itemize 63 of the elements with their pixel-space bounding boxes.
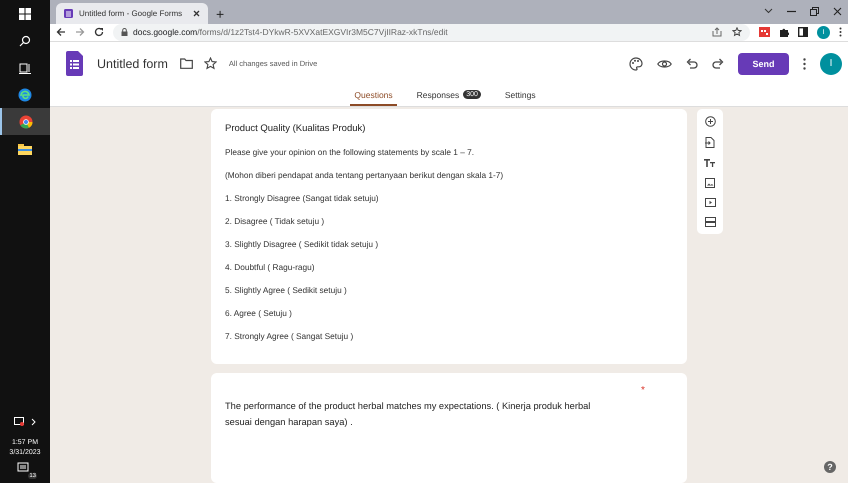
close-icon[interactable] [833, 6, 842, 16]
star-icon[interactable] [204, 57, 217, 70]
task-view-icon[interactable] [19, 62, 31, 74]
description-line: 3. Slightly Disagree ( Sedikit tidak setuju ) [225, 239, 380, 249]
notifications-icon[interactable] [17, 462, 29, 474]
description-line: 2. Disagree ( Tidak setuju ) [225, 216, 326, 226]
section-icon[interactable] [704, 217, 716, 227]
star-icon[interactable] [732, 27, 742, 38]
minimize-icon[interactable] [787, 10, 796, 13]
folder-icon[interactable] [18, 142, 32, 154]
folder-icon[interactable] [180, 58, 193, 70]
url-host: docs.google.com [133, 27, 198, 38]
form-tab[interactable]: Settings [500, 86, 540, 106]
add-question-icon[interactable] [704, 116, 716, 127]
lock-icon [121, 28, 128, 36]
description-line: (Mohon diberi pendapat anda tentang pertanyaan berikut dengan skala 1-7) [225, 170, 504, 180]
more-icon[interactable] [803, 58, 806, 70]
required-mark: * [641, 385, 645, 396]
description-line: Please give your opinion on the following statements by scale 1 – 7. [225, 147, 476, 157]
browser-icon[interactable] [19, 114, 33, 128]
windows-icon[interactable] [19, 8, 31, 20]
reload-icon[interactable] [94, 27, 104, 38]
extension-icon[interactable] [759, 27, 770, 38]
image-icon[interactable] [705, 178, 715, 188]
send-button[interactable]: Send [738, 52, 789, 75]
tab-title: Untitled form - Google Forms [79, 8, 184, 18]
question-card[interactable]: The performance of the product herbal matches my expectations. ( Kinerja produk herbal sesuai dengan harapan saya) . * [211, 373, 687, 483]
url-path: /forms/d/1z2Tst4-DYkwR-5XVXatEXGVIr3M5C7VjIIRaz-xkTns/edit [197, 27, 448, 38]
monitor-icon[interactable] [14, 417, 25, 427]
forms-logo-icon[interactable] [66, 51, 83, 76]
chevron-down-icon[interactable] [764, 8, 773, 14]
side-panel-icon[interactable] [798, 27, 808, 38]
more-icon[interactable] [839, 27, 842, 38]
help-button[interactable]: ? [824, 461, 836, 473]
description-line: 4. Doubtful ( Ragu-ragu) [225, 262, 316, 272]
new-tab-button[interactable]: + [216, 6, 224, 21]
description-line: 5. Slightly Agree ( Sedikit setuju ) [225, 285, 348, 295]
browser-tab[interactable]: Untitled form - Google Forms [56, 2, 208, 24]
restore-icon[interactable] [810, 6, 819, 16]
close-icon[interactable] [193, 10, 200, 17]
browser-icon[interactable] [18, 88, 32, 102]
forward-icon[interactable] [75, 27, 85, 38]
title-icon[interactable] [704, 158, 716, 168]
description-line: 6. Agree ( Setuju ) [225, 308, 293, 318]
share-icon[interactable] [712, 27, 722, 38]
description-line: 7. Strongly Agree ( Sangat Setuju ) [225, 331, 354, 341]
description-line: 1. Strongly Disagree (Sangat tidak setuju) [225, 193, 380, 203]
form-title[interactable]: Untitled form [97, 56, 168, 71]
card-title: Product Quality (Kualitas Produk) [225, 123, 366, 134]
search-icon[interactable] [19, 34, 31, 46]
import-icon[interactable] [705, 137, 715, 148]
undo-icon[interactable] [686, 58, 698, 70]
eye-icon[interactable] [657, 58, 672, 69]
question-text: The performance of the product herbal matches my expectations. ( Kinerja produk herbal sesuai dengan harapan saya) . [225, 400, 592, 429]
chevron-icon[interactable] [31, 418, 36, 426]
user-avatar[interactable]: I [820, 52, 842, 75]
video-icon[interactable] [704, 198, 716, 207]
puzzle-icon[interactable] [779, 27, 789, 38]
back-icon[interactable] [56, 27, 66, 38]
address-bar[interactable]: docs.google.com/forms/d/1z2Tst4-DYkwR-5XVXatEXGVIr3M5C7VjIIRaz-xkTns/edit [113, 24, 750, 41]
palette-icon[interactable] [629, 56, 643, 71]
redo-icon[interactable] [712, 58, 724, 70]
forms-icon [64, 8, 73, 18]
